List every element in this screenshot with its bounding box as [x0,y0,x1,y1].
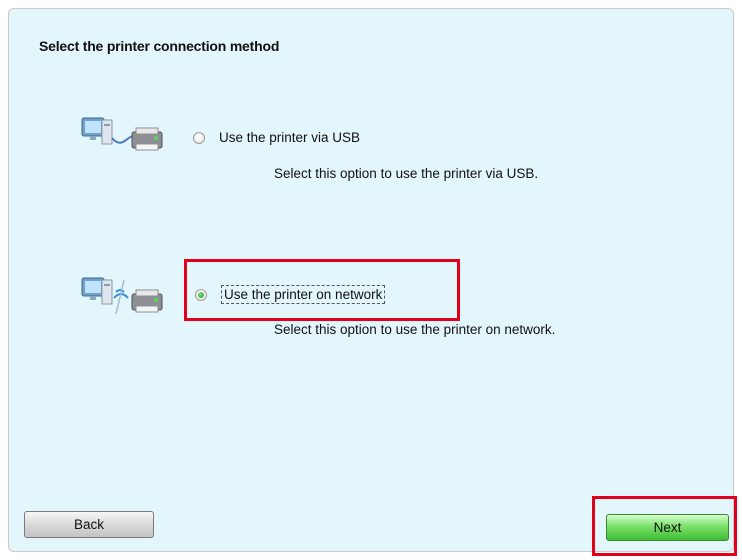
network-option-label[interactable]: Use the printer on network [221,285,386,304]
usb-option-label[interactable]: Use the printer via USB [219,130,360,145]
usb-connection-icon [72,108,174,168]
network-option[interactable]: Use the printer on network [195,285,386,304]
network-connection-icon [72,270,174,330]
next-button[interactable]: Next [606,514,729,541]
network-option-description: Select this option to use the printer on… [274,322,556,337]
network-radio-button[interactable] [195,288,207,301]
page-title: Select the printer connection method [39,38,280,54]
usb-option[interactable]: Use the printer via USB [193,130,360,145]
back-button[interactable]: Back [24,511,154,538]
usb-radio-button[interactable] [193,131,205,144]
usb-option-description: Select this option to use the printer vi… [274,166,539,181]
